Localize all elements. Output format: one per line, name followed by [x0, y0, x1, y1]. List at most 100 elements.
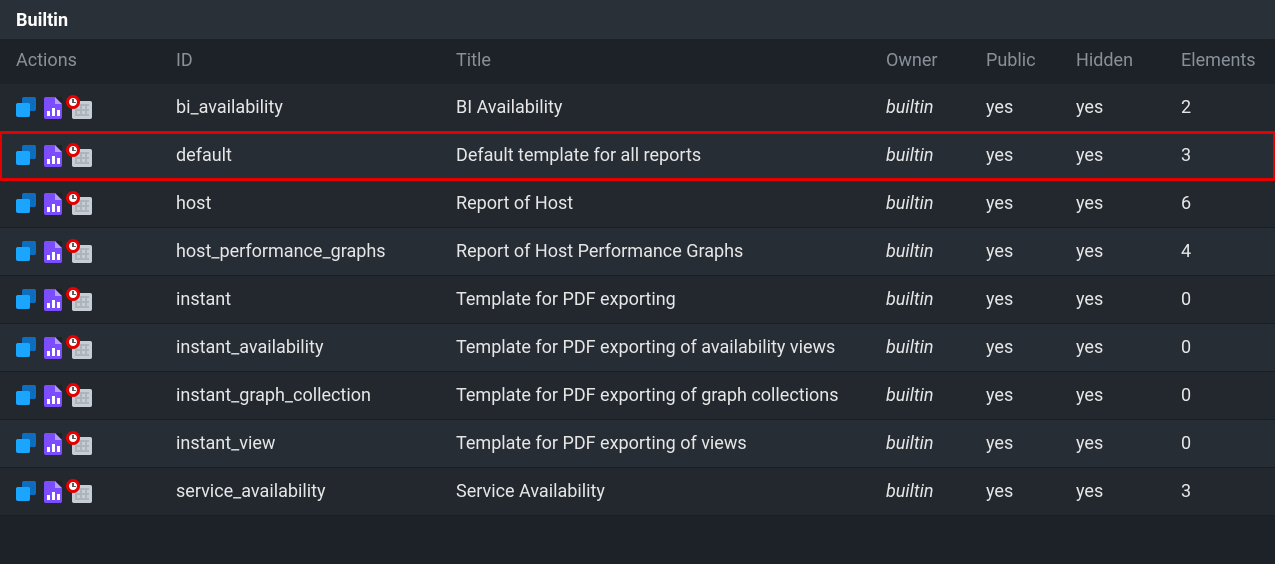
- elements-cell: 2: [1165, 84, 1275, 132]
- clone-icon[interactable]: [16, 289, 38, 311]
- elements-cell: 4: [1165, 228, 1275, 276]
- id-cell: instant_availability: [160, 324, 440, 372]
- table-row: instantTemplate for PDF exportingbuiltin…: [0, 276, 1275, 324]
- report-icon[interactable]: [44, 337, 62, 359]
- id-cell: service_availability: [160, 468, 440, 516]
- public-cell: yes: [970, 180, 1060, 228]
- clone-icon[interactable]: [16, 385, 38, 407]
- elements-cell: 0: [1165, 420, 1275, 468]
- public-cell: yes: [970, 84, 1060, 132]
- clone-icon[interactable]: [16, 337, 38, 359]
- actions-cell: [0, 132, 160, 180]
- hidden-cell: yes: [1060, 276, 1165, 324]
- report-icon[interactable]: [44, 97, 62, 119]
- report-icon[interactable]: [44, 289, 62, 311]
- schedule-icon[interactable]: [68, 289, 92, 311]
- clone-icon[interactable]: [16, 481, 38, 503]
- schedule-icon[interactable]: [68, 193, 92, 215]
- col-header-elements[interactable]: Elements: [1165, 40, 1275, 84]
- public-cell: yes: [970, 228, 1060, 276]
- schedule-icon[interactable]: [68, 433, 92, 455]
- id-cell: default: [160, 132, 440, 180]
- id-cell: bi_availability: [160, 84, 440, 132]
- title-cell: Report of Host: [440, 180, 870, 228]
- elements-cell: 0: [1165, 372, 1275, 420]
- report-icon[interactable]: [44, 241, 62, 263]
- owner-cell: builtin: [870, 228, 970, 276]
- clone-icon[interactable]: [16, 193, 38, 215]
- report-icon[interactable]: [44, 481, 62, 503]
- table-header-row: Actions ID Title Owner Public Hidden Ele…: [0, 40, 1275, 84]
- elements-cell: 0: [1165, 324, 1275, 372]
- title-cell: Template for PDF exporting: [440, 276, 870, 324]
- title-cell: Template for PDF exporting of views: [440, 420, 870, 468]
- col-header-hidden[interactable]: Hidden: [1060, 40, 1165, 84]
- id-cell: instant: [160, 276, 440, 324]
- owner-cell: builtin: [870, 468, 970, 516]
- section-title: Builtin: [0, 0, 1275, 40]
- table-row: defaultDefault template for all reportsb…: [0, 132, 1275, 180]
- table-row: instant_viewTemplate for PDF exporting o…: [0, 420, 1275, 468]
- id-cell: host_performance_graphs: [160, 228, 440, 276]
- owner-cell: builtin: [870, 420, 970, 468]
- hidden-cell: yes: [1060, 132, 1165, 180]
- schedule-icon[interactable]: [68, 385, 92, 407]
- clone-icon[interactable]: [16, 241, 38, 263]
- title-cell: Template for PDF exporting of graph coll…: [440, 372, 870, 420]
- col-header-owner[interactable]: Owner: [870, 40, 970, 84]
- public-cell: yes: [970, 420, 1060, 468]
- elements-cell: 0: [1165, 276, 1275, 324]
- owner-cell: builtin: [870, 276, 970, 324]
- owner-cell: builtin: [870, 180, 970, 228]
- col-header-title[interactable]: Title: [440, 40, 870, 84]
- id-cell: host: [160, 180, 440, 228]
- clone-icon[interactable]: [16, 433, 38, 455]
- owner-cell: builtin: [870, 324, 970, 372]
- title-cell: Template for PDF exporting of availabili…: [440, 324, 870, 372]
- report-icon[interactable]: [44, 385, 62, 407]
- report-icon[interactable]: [44, 145, 62, 167]
- report-icon[interactable]: [44, 433, 62, 455]
- hidden-cell: yes: [1060, 228, 1165, 276]
- clone-icon[interactable]: [16, 97, 38, 119]
- col-header-public[interactable]: Public: [970, 40, 1060, 84]
- actions-cell: [0, 468, 160, 516]
- table-row: instant_graph_collectionTemplate for PDF…: [0, 372, 1275, 420]
- hidden-cell: yes: [1060, 468, 1165, 516]
- public-cell: yes: [970, 276, 1060, 324]
- id-cell: instant_view: [160, 420, 440, 468]
- title-cell: BI Availability: [440, 84, 870, 132]
- actions-cell: [0, 180, 160, 228]
- schedule-icon[interactable]: [68, 337, 92, 359]
- table-row: host_performance_graphsReport of Host Pe…: [0, 228, 1275, 276]
- report-icon[interactable]: [44, 193, 62, 215]
- schedule-icon[interactable]: [68, 241, 92, 263]
- actions-cell: [0, 228, 160, 276]
- actions-cell: [0, 420, 160, 468]
- actions-cell: [0, 372, 160, 420]
- owner-cell: builtin: [870, 84, 970, 132]
- owner-cell: builtin: [870, 372, 970, 420]
- public-cell: yes: [970, 132, 1060, 180]
- hidden-cell: yes: [1060, 180, 1165, 228]
- owner-cell: builtin: [870, 132, 970, 180]
- clone-icon[interactable]: [16, 145, 38, 167]
- hidden-cell: yes: [1060, 324, 1165, 372]
- elements-cell: 3: [1165, 132, 1275, 180]
- title-cell: Report of Host Performance Graphs: [440, 228, 870, 276]
- elements-cell: 3: [1165, 468, 1275, 516]
- schedule-icon[interactable]: [68, 145, 92, 167]
- actions-cell: [0, 84, 160, 132]
- reports-table: Actions ID Title Owner Public Hidden Ele…: [0, 40, 1275, 516]
- title-cell: Default template for all reports: [440, 132, 870, 180]
- table-row: instant_availabilityTemplate for PDF exp…: [0, 324, 1275, 372]
- schedule-icon[interactable]: [68, 481, 92, 503]
- id-cell: instant_graph_collection: [160, 372, 440, 420]
- hidden-cell: yes: [1060, 84, 1165, 132]
- public-cell: yes: [970, 468, 1060, 516]
- table-row: bi_availabilityBI Availabilitybuiltinyes…: [0, 84, 1275, 132]
- col-header-id[interactable]: ID: [160, 40, 440, 84]
- col-header-actions[interactable]: Actions: [0, 40, 160, 84]
- hidden-cell: yes: [1060, 372, 1165, 420]
- schedule-icon[interactable]: [68, 97, 92, 119]
